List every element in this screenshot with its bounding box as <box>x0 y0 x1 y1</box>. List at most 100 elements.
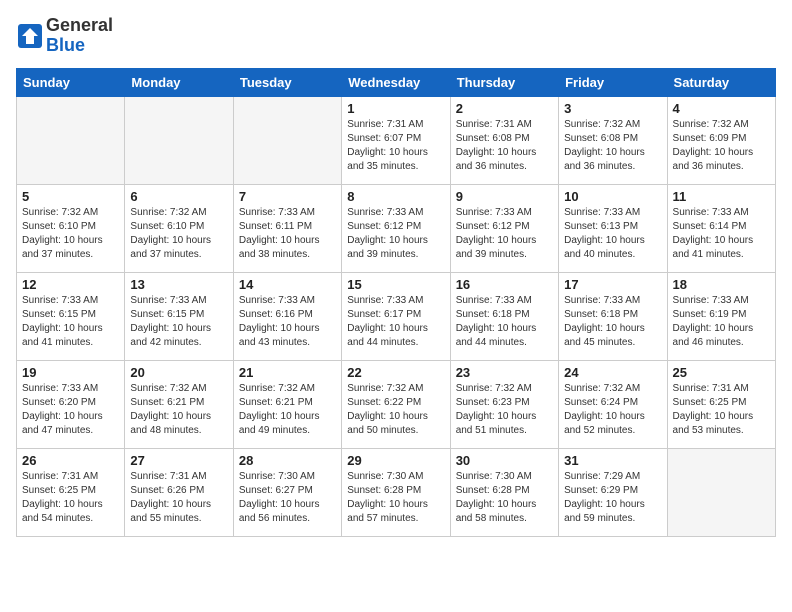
calendar-cell <box>17 96 125 184</box>
weekday-header-friday: Friday <box>559 68 667 96</box>
logo-text: General Blue <box>46 16 113 56</box>
day-number: 2 <box>456 101 553 116</box>
day-number: 24 <box>564 365 661 380</box>
day-info: Sunrise: 7:31 AMSunset: 6:25 PMDaylight:… <box>22 470 119 526</box>
calendar-cell: 14Sunrise: 7:33 AMSunset: 6:16 PMDayligh… <box>233 272 341 360</box>
day-info: Sunrise: 7:30 AMSunset: 6:28 PMDaylight:… <box>347 470 444 526</box>
day-info: Sunrise: 7:33 AMSunset: 6:12 PMDaylight:… <box>347 206 444 262</box>
weekday-header-monday: Monday <box>125 68 233 96</box>
day-info: Sunrise: 7:32 AMSunset: 6:21 PMDaylight:… <box>130 382 227 438</box>
day-info: Sunrise: 7:31 AMSunset: 6:26 PMDaylight:… <box>130 470 227 526</box>
calendar-cell: 3 Sunrise: 7:32 AMSunset: 6:08 PMDaylight… <box>559 96 667 184</box>
day-info: Sunrise: 7:33 AMSunset: 6:13 PMDaylight:… <box>564 206 661 262</box>
weekday-header-saturday: Saturday <box>667 68 775 96</box>
day-number: 3 <box>564 101 661 116</box>
calendar-cell: 7 Sunrise: 7:33 AMSunset: 6:11 PMDaylight… <box>233 184 341 272</box>
day-info: Sunrise: 7:33 AMSunset: 6:18 PMDaylight:… <box>564 294 661 350</box>
day-info: Sunrise: 7:32 AMSunset: 6:22 PMDaylight:… <box>347 382 444 438</box>
day-info: Sunrise: 7:33 AMSunset: 6:20 PMDaylight:… <box>22 382 119 438</box>
day-info: Sunrise: 7:33 AMSunset: 6:17 PMDaylight:… <box>347 294 444 350</box>
weekday-header-sunday: Sunday <box>17 68 125 96</box>
day-number: 8 <box>347 189 444 204</box>
calendar-cell: 28Sunrise: 7:30 AMSunset: 6:27 PMDayligh… <box>233 448 341 536</box>
day-number: 1 <box>347 101 444 116</box>
day-number: 14 <box>239 277 336 292</box>
calendar-cell: 22 Sunrise: 7:32 AMSunset: 6:22 PMDayligh… <box>342 360 450 448</box>
calendar-cell: 15 Sunrise: 7:33 AMSunset: 6:17 PMDayligh… <box>342 272 450 360</box>
day-info: Sunrise: 7:32 AMSunset: 6:23 PMDaylight:… <box>456 382 553 438</box>
page-header: General Blue <box>16 16 776 56</box>
calendar-cell: 24Sunrise: 7:32 AMSunset: 6:24 PMDayligh… <box>559 360 667 448</box>
day-number: 9 <box>456 189 553 204</box>
calendar-cell: 6 Sunrise: 7:32 AMSunset: 6:10 PMDaylight… <box>125 184 233 272</box>
day-info: Sunrise: 7:29 AMSunset: 6:29 PMDaylight:… <box>564 470 661 526</box>
calendar-cell: 27 Sunrise: 7:31 AMSunset: 6:26 PMDayligh… <box>125 448 233 536</box>
calendar-cell: 23 Sunrise: 7:32 AMSunset: 6:23 PMDayligh… <box>450 360 558 448</box>
day-number: 20 <box>130 365 227 380</box>
day-info: Sunrise: 7:33 AMSunset: 6:11 PMDaylight:… <box>239 206 336 262</box>
day-number: 4 <box>673 101 770 116</box>
day-info: Sunrise: 7:33 AMSunset: 6:12 PMDaylight:… <box>456 206 553 262</box>
day-info: Sunrise: 7:30 AMSunset: 6:27 PMDaylight:… <box>239 470 336 526</box>
day-info: Sunrise: 7:31 AMSunset: 6:07 PMDaylight:… <box>347 118 444 174</box>
logo: General Blue <box>16 16 113 56</box>
calendar-cell: 4 Sunrise: 7:32 AMSunset: 6:09 PMDaylight… <box>667 96 775 184</box>
day-number: 6 <box>130 189 227 204</box>
day-number: 23 <box>456 365 553 380</box>
calendar-cell: 21 Sunrise: 7:32 AMSunset: 6:21 PMDayligh… <box>233 360 341 448</box>
calendar-cell: 26Sunrise: 7:31 AMSunset: 6:25 PMDayligh… <box>17 448 125 536</box>
day-number: 19 <box>22 365 119 380</box>
calendar-cell: 11Sunrise: 7:33 AMSunset: 6:14 PMDayligh… <box>667 184 775 272</box>
day-number: 17 <box>564 277 661 292</box>
calendar-cell <box>233 96 341 184</box>
weekday-header-row: SundayMondayTuesdayWednesdayThursdayFrid… <box>17 68 776 96</box>
day-number: 18 <box>673 277 770 292</box>
week-row-5: 26Sunrise: 7:31 AMSunset: 6:25 PMDayligh… <box>17 448 776 536</box>
day-info: Sunrise: 7:31 AMSunset: 6:25 PMDaylight:… <box>673 382 770 438</box>
day-info: Sunrise: 7:32 AMSunset: 6:08 PMDaylight:… <box>564 118 661 174</box>
calendar-cell: 2 Sunrise: 7:31 AMSunset: 6:08 PMDaylight… <box>450 96 558 184</box>
day-number: 16 <box>456 277 553 292</box>
calendar-cell: 13Sunrise: 7:33 AMSunset: 6:15 PMDayligh… <box>125 272 233 360</box>
calendar-cell: 16 Sunrise: 7:33 AMSunset: 6:18 PMDayligh… <box>450 272 558 360</box>
weekday-header-wednesday: Wednesday <box>342 68 450 96</box>
day-info: Sunrise: 7:32 AMSunset: 6:10 PMDaylight:… <box>130 206 227 262</box>
day-number: 13 <box>130 277 227 292</box>
calendar-cell: 8 Sunrise: 7:33 AMSunset: 6:12 PMDaylight… <box>342 184 450 272</box>
day-info: Sunrise: 7:33 AMSunset: 6:15 PMDaylight:… <box>22 294 119 350</box>
day-number: 29 <box>347 453 444 468</box>
week-row-1: 1 Sunrise: 7:31 AMSunset: 6:07 PMDaylight… <box>17 96 776 184</box>
calendar-cell: 29 Sunrise: 7:30 AMSunset: 6:28 PMDayligh… <box>342 448 450 536</box>
day-number: 10 <box>564 189 661 204</box>
calendar-cell: 5 Sunrise: 7:32 AMSunset: 6:10 PMDaylight… <box>17 184 125 272</box>
day-info: Sunrise: 7:30 AMSunset: 6:28 PMDaylight:… <box>456 470 553 526</box>
week-row-4: 19 Sunrise: 7:33 AMSunset: 6:20 PMDayligh… <box>17 360 776 448</box>
calendar-cell: 20 Sunrise: 7:32 AMSunset: 6:21 PMDayligh… <box>125 360 233 448</box>
calendar-table: SundayMondayTuesdayWednesdayThursdayFrid… <box>16 68 776 537</box>
calendar-cell: 12 Sunrise: 7:33 AMSunset: 6:15 PMDayligh… <box>17 272 125 360</box>
day-number: 27 <box>130 453 227 468</box>
day-number: 15 <box>347 277 444 292</box>
day-number: 12 <box>22 277 119 292</box>
day-number: 22 <box>347 365 444 380</box>
day-number: 30 <box>456 453 553 468</box>
day-number: 25 <box>673 365 770 380</box>
day-info: Sunrise: 7:33 AMSunset: 6:14 PMDaylight:… <box>673 206 770 262</box>
day-number: 5 <box>22 189 119 204</box>
week-row-2: 5 Sunrise: 7:32 AMSunset: 6:10 PMDaylight… <box>17 184 776 272</box>
day-info: Sunrise: 7:32 AMSunset: 6:09 PMDaylight:… <box>673 118 770 174</box>
calendar-cell <box>667 448 775 536</box>
calendar-cell: 9 Sunrise: 7:33 AMSunset: 6:12 PMDaylight… <box>450 184 558 272</box>
calendar-cell: 25 Sunrise: 7:31 AMSunset: 6:25 PMDayligh… <box>667 360 775 448</box>
calendar-cell: 19 Sunrise: 7:33 AMSunset: 6:20 PMDayligh… <box>17 360 125 448</box>
day-info: Sunrise: 7:33 AMSunset: 6:19 PMDaylight:… <box>673 294 770 350</box>
day-number: 7 <box>239 189 336 204</box>
day-info: Sunrise: 7:33 AMSunset: 6:18 PMDaylight:… <box>456 294 553 350</box>
day-info: Sunrise: 7:32 AMSunset: 6:21 PMDaylight:… <box>239 382 336 438</box>
calendar-cell: 1 Sunrise: 7:31 AMSunset: 6:07 PMDaylight… <box>342 96 450 184</box>
day-info: Sunrise: 7:31 AMSunset: 6:08 PMDaylight:… <box>456 118 553 174</box>
weekday-header-tuesday: Tuesday <box>233 68 341 96</box>
calendar-cell: 17 Sunrise: 7:33 AMSunset: 6:18 PMDayligh… <box>559 272 667 360</box>
day-info: Sunrise: 7:32 AMSunset: 6:10 PMDaylight:… <box>22 206 119 262</box>
day-number: 21 <box>239 365 336 380</box>
